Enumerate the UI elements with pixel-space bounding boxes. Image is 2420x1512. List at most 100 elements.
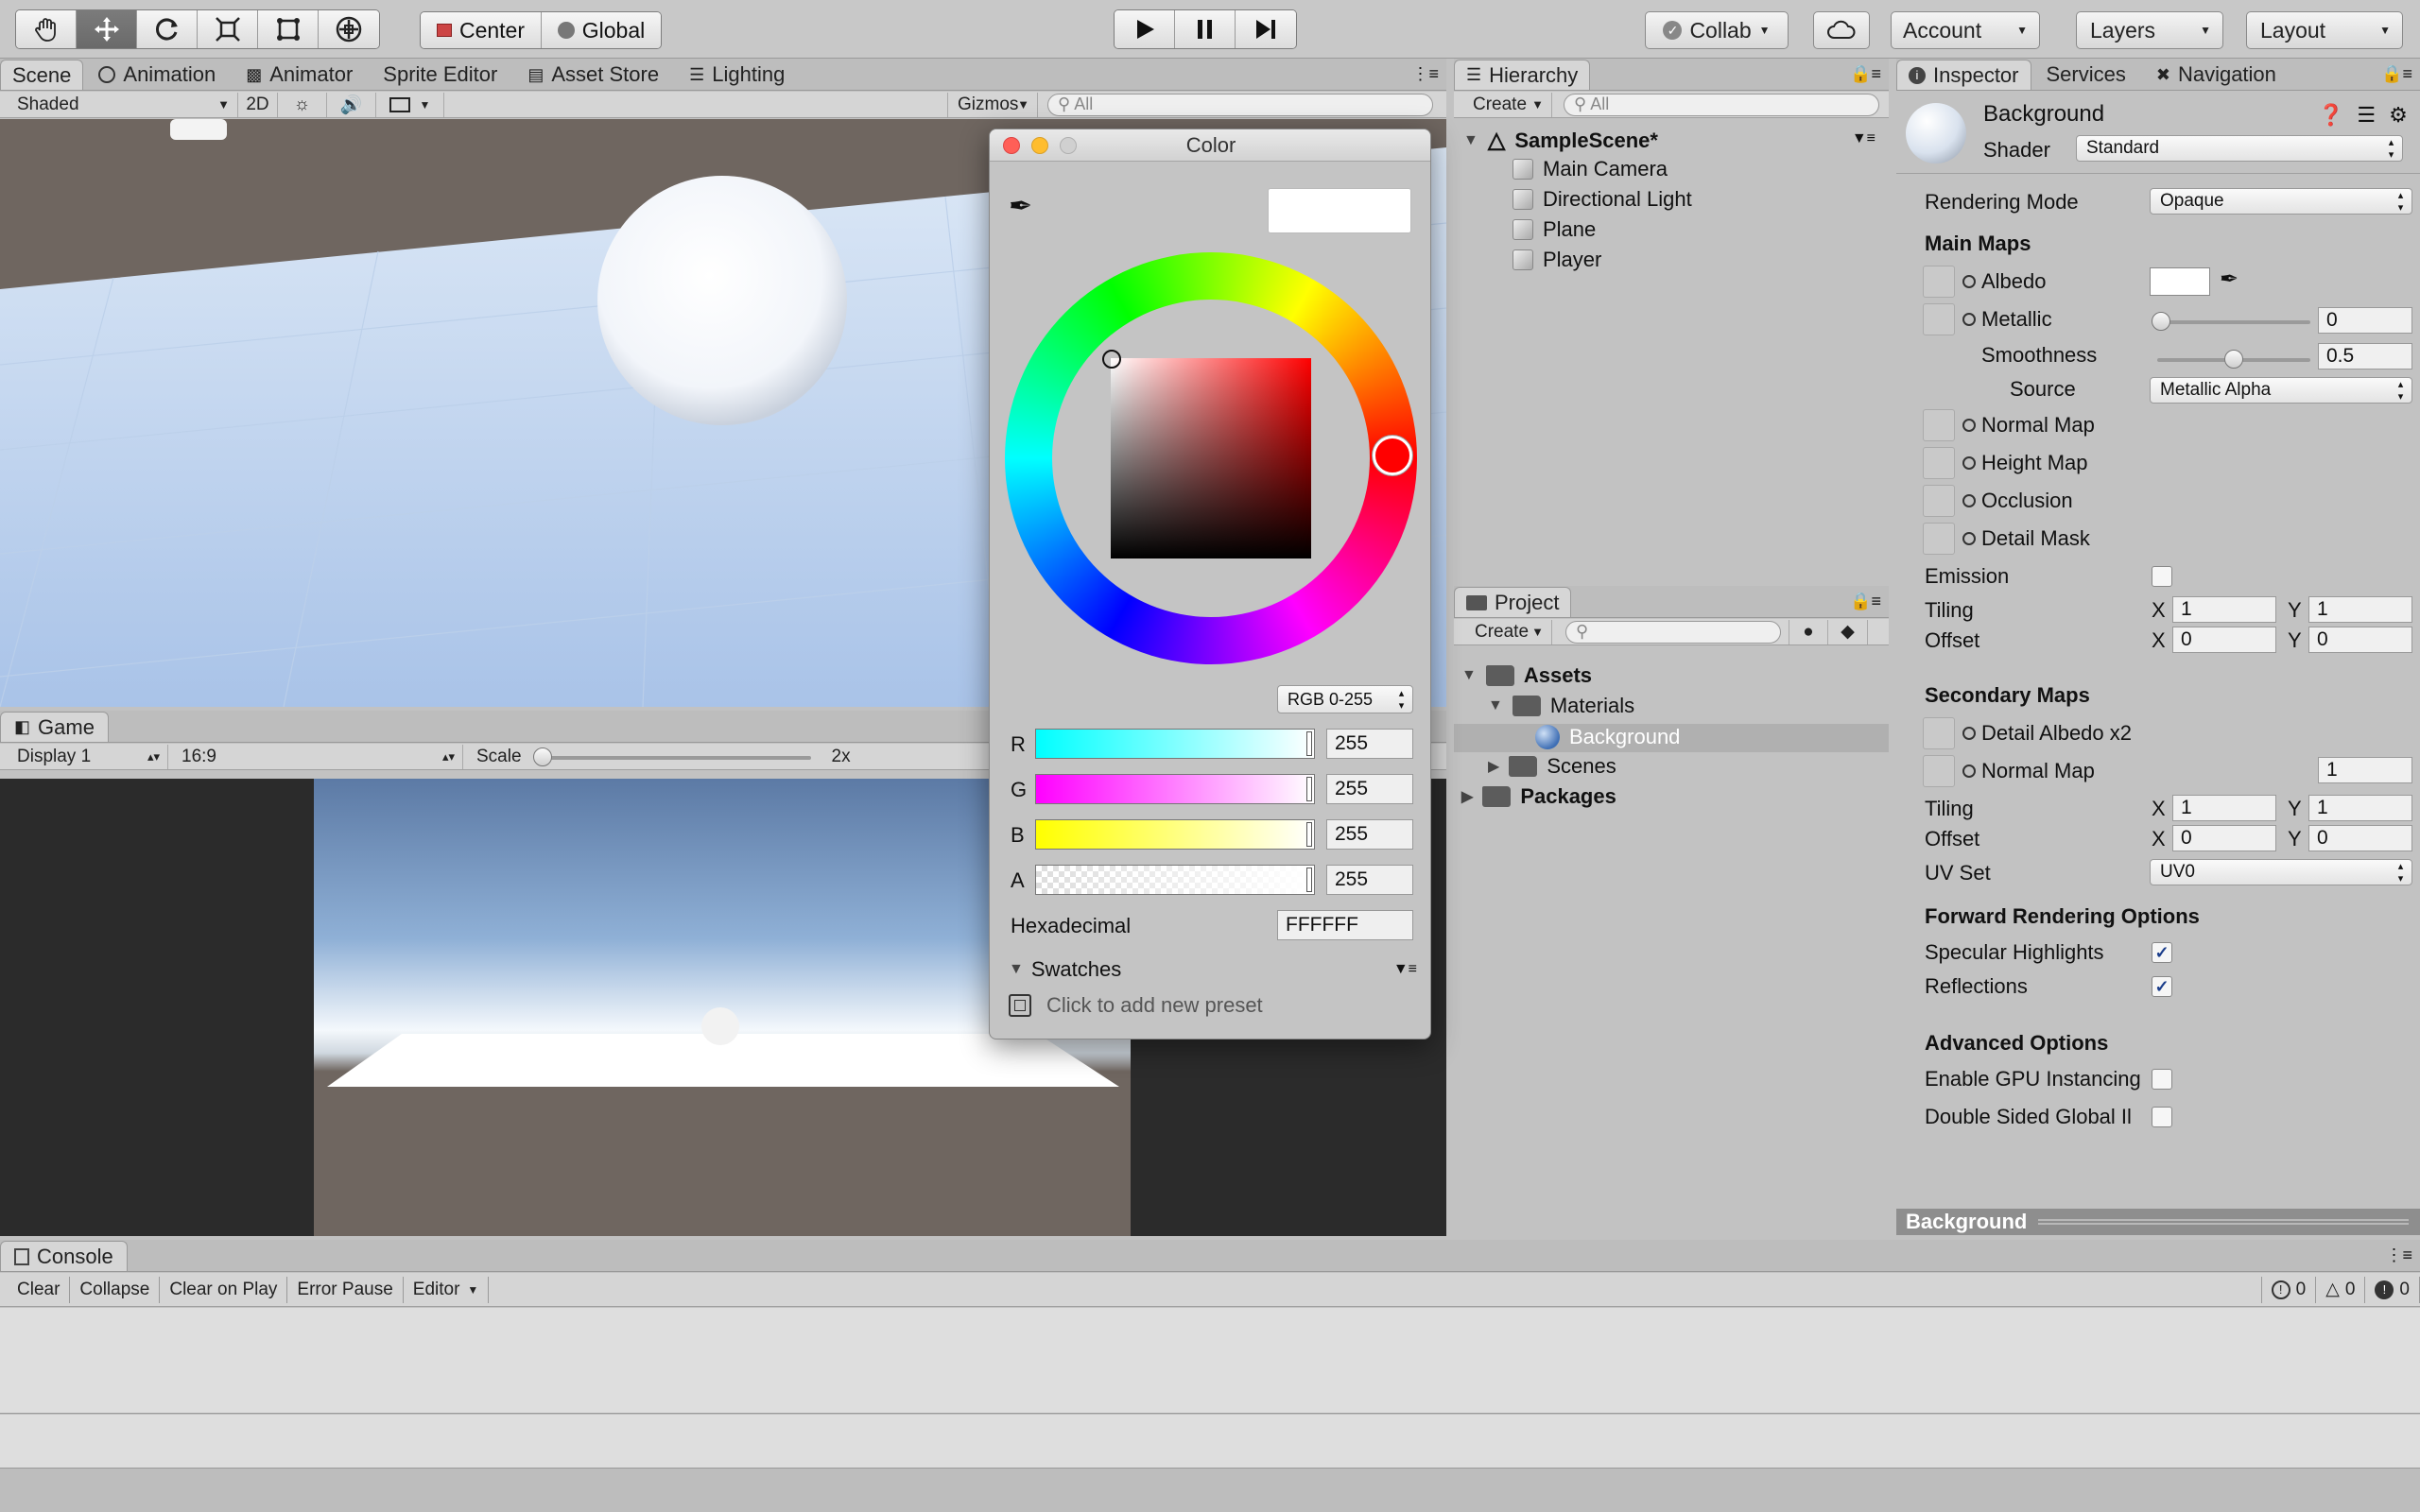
- double-sided-gi-checkbox[interactable]: [2152, 1107, 2172, 1127]
- saturation-value-square[interactable]: [1111, 358, 1311, 558]
- red-slider[interactable]: [1035, 729, 1315, 759]
- occlusion-slot[interactable]: [1923, 485, 1955, 517]
- offset-2-y-field[interactable]: 0: [2308, 825, 2412, 851]
- color-wheel[interactable]: [1005, 252, 1417, 664]
- tiling-2-x-field[interactable]: 1: [2172, 795, 2276, 821]
- normal-map-2-slot[interactable]: [1923, 755, 1955, 787]
- effects-dropdown[interactable]: ▼: [376, 92, 444, 117]
- panel-menu-icon[interactable]: ⋮≡: [1411, 64, 1439, 84]
- sun-icon[interactable]: ☼: [278, 92, 327, 117]
- tiling-2-y-field[interactable]: 1: [2308, 795, 2412, 821]
- swatches-menu-icon[interactable]: ▼≡: [1393, 961, 1417, 978]
- scene-root[interactable]: ▼ △ SampleScene*: [1463, 127, 1658, 154]
- shading-dropdown[interactable]: Shaded ▼: [0, 92, 238, 117]
- metallic-texture-slot[interactable]: [1923, 303, 1955, 335]
- pivot-global-button[interactable]: Global: [542, 12, 661, 48]
- target-icon[interactable]: [1962, 313, 1976, 326]
- tab-lighting[interactable]: ☰ Lighting: [674, 60, 800, 90]
- normal-map-slot[interactable]: [1923, 409, 1955, 441]
- smoothness-slider[interactable]: [2157, 350, 2310, 369]
- blue-slider[interactable]: [1035, 819, 1315, 850]
- console-editor-dropdown[interactable]: Editor ▼: [404, 1276, 490, 1303]
- tag-icon[interactable]: ◆: [1828, 619, 1868, 644]
- target-icon[interactable]: [1962, 456, 1976, 470]
- console-error-pause-button[interactable]: Error Pause: [287, 1276, 404, 1303]
- mode-2d-toggle[interactable]: 2D: [238, 92, 278, 117]
- eyedropper-icon[interactable]: ✒: [1009, 190, 1032, 223]
- alpha-slider-handle[interactable]: [1306, 868, 1312, 892]
- albedo-color-swatch[interactable]: [2150, 267, 2210, 296]
- collab-dropdown[interactable]: ✓ Collab ▼: [1645, 11, 1789, 49]
- swatches-header[interactable]: ▼ Swatches: [1009, 957, 1121, 982]
- pivot-center-button[interactable]: Center: [421, 12, 542, 48]
- tab-console[interactable]: Console: [0, 1241, 128, 1271]
- smoothness-knob[interactable]: [2224, 350, 2243, 369]
- hand-icon[interactable]: [16, 10, 77, 48]
- metallic-slider[interactable]: [2152, 312, 2310, 331]
- layout-dropdown[interactable]: Layout ▼: [2246, 11, 2403, 49]
- albedo-texture-slot[interactable]: [1923, 266, 1955, 298]
- tab-animator[interactable]: ▩ Animator: [231, 60, 368, 90]
- tiling-y-field[interactable]: 1: [2308, 596, 2412, 623]
- target-icon[interactable]: [1962, 275, 1976, 288]
- project-folder-packages[interactable]: ▶ Packages: [1461, 784, 1616, 809]
- gizmos-dropdown[interactable]: Gizmos ▼: [947, 92, 1038, 117]
- smoothness-value-field[interactable]: 0.5: [2318, 343, 2412, 369]
- project-folder-scenes[interactable]: ▶ Scenes: [1488, 754, 1616, 779]
- blue-value-field[interactable]: 255: [1326, 819, 1413, 850]
- panel-menu-icon[interactable]: ⋮≡: [2385, 1246, 2412, 1265]
- alpha-slider[interactable]: [1035, 865, 1315, 895]
- hierarchy-create-dropdown[interactable]: Create ▼: [1454, 92, 1552, 117]
- lock-icon[interactable]: 🔒≡: [1850, 592, 1881, 611]
- tab-sprite-editor[interactable]: Sprite Editor: [368, 60, 512, 90]
- blue-slider-handle[interactable]: [1306, 822, 1312, 847]
- rendering-mode-dropdown[interactable]: Opaque: [2150, 188, 2412, 215]
- console-collapse-button[interactable]: Collapse: [70, 1276, 161, 1303]
- green-slider-handle[interactable]: [1306, 777, 1312, 801]
- hierarchy-item-player[interactable]: Player: [1512, 248, 1601, 272]
- scene-search-input[interactable]: ⚲ All: [1047, 93, 1433, 116]
- scale-knob[interactable]: [532, 747, 552, 766]
- normal-map-2-value-field[interactable]: 1: [2318, 757, 2412, 783]
- tab-scene[interactable]: Scene: [0, 60, 84, 90]
- offset-x-field[interactable]: 0: [2172, 627, 2276, 653]
- preview-drag-handle[interactable]: [2038, 1219, 2409, 1225]
- scale-slider[interactable]: [532, 745, 821, 769]
- height-map-slot[interactable]: [1923, 447, 1955, 479]
- offset-y-field[interactable]: 0: [2308, 627, 2412, 653]
- lock-icon[interactable]: 🔒≡: [1850, 64, 1881, 84]
- hue-cursor[interactable]: [1373, 436, 1412, 475]
- display-dropdown[interactable]: Display 1 ▴▾: [0, 744, 168, 769]
- aspect-dropdown[interactable]: 16:9 ▴▾: [168, 744, 463, 769]
- tab-hierarchy[interactable]: ☰ Hierarchy: [1454, 60, 1591, 90]
- filter-type-icon[interactable]: ●: [1789, 619, 1828, 644]
- step-icon[interactable]: [1236, 10, 1296, 48]
- hierarchy-item-plane[interactable]: Plane: [1512, 217, 1596, 242]
- source-dropdown[interactable]: Metallic Alpha: [2150, 377, 2412, 404]
- account-dropdown[interactable]: Account ▼: [1891, 11, 2040, 49]
- play-icon[interactable]: [1115, 10, 1175, 48]
- console-detail-area[interactable]: [0, 1415, 2420, 1468]
- console-info-toggle[interactable]: ! 0: [2260, 1276, 2317, 1303]
- offset-2-x-field[interactable]: 0: [2172, 825, 2276, 851]
- tab-inspector[interactable]: i Inspector: [1896, 60, 2031, 90]
- console-warning-toggle[interactable]: △ 0: [2316, 1276, 2366, 1303]
- target-icon[interactable]: [1962, 494, 1976, 507]
- tab-animation[interactable]: Animation: [83, 60, 231, 90]
- console-log-area[interactable]: [0, 1308, 2420, 1414]
- add-preset-button[interactable]: Click to add new preset: [1009, 993, 1263, 1018]
- tiling-x-field[interactable]: 1: [2172, 596, 2276, 623]
- metallic-knob[interactable]: [2152, 312, 2170, 331]
- detail-mask-slot[interactable]: [1923, 523, 1955, 555]
- sv-cursor[interactable]: [1102, 350, 1121, 369]
- lock-icon[interactable]: 🔒≡: [2381, 64, 2412, 84]
- hierarchy-item-directional-light[interactable]: Directional Light: [1512, 187, 1692, 212]
- green-slider[interactable]: [1035, 774, 1315, 804]
- red-value-field[interactable]: 255: [1326, 729, 1413, 759]
- project-item-background[interactable]: Background: [1535, 725, 1680, 749]
- console-clear-on-play-button[interactable]: Clear on Play: [160, 1276, 288, 1303]
- preset-icon[interactable]: ☰: [2357, 103, 2376, 128]
- rotate-icon[interactable]: [137, 10, 198, 48]
- target-icon[interactable]: [1962, 765, 1976, 778]
- green-value-field[interactable]: 255: [1326, 774, 1413, 804]
